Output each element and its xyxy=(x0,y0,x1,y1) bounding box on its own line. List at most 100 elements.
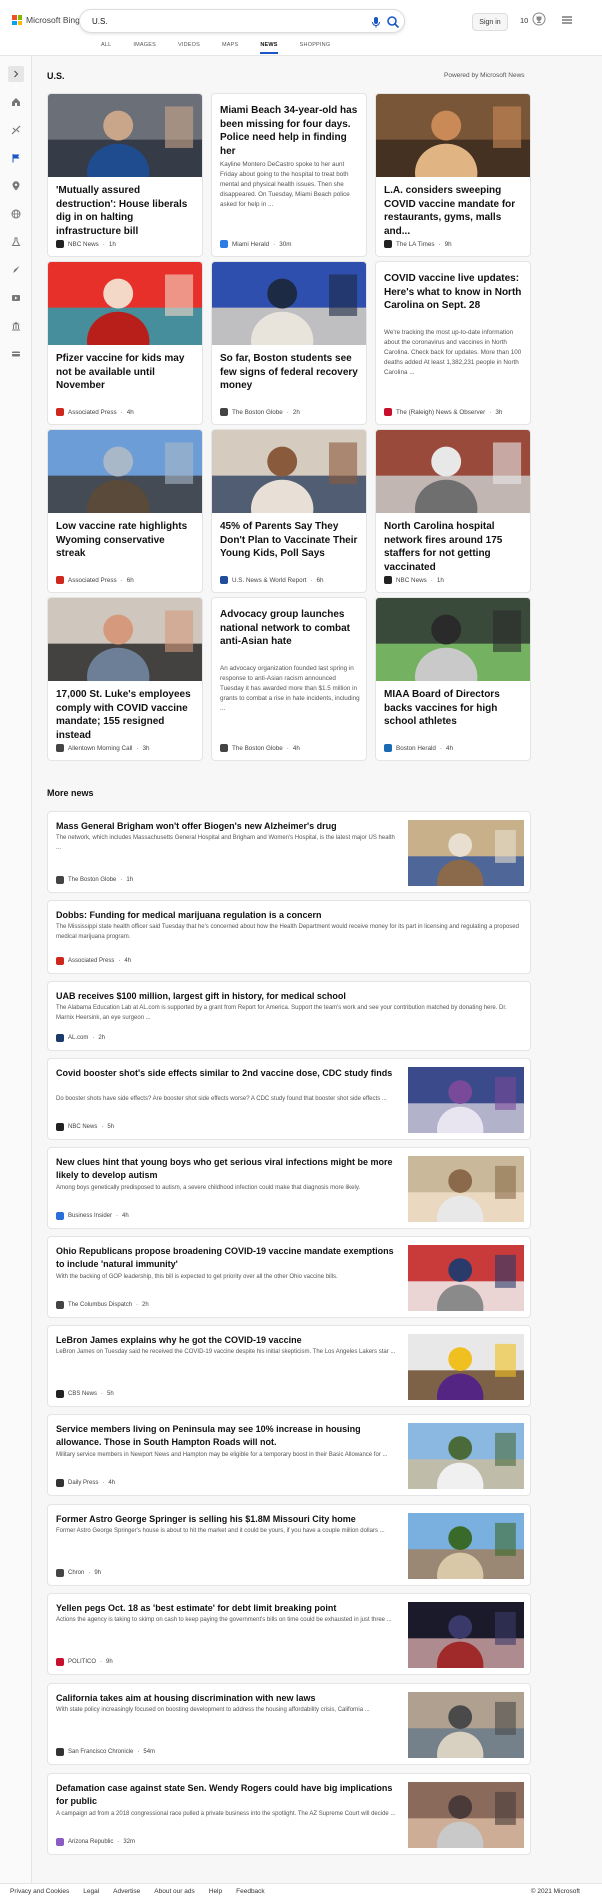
source-name[interactable]: NBC News xyxy=(68,241,99,248)
footer-link-privacy[interactable]: Privacy and Cookies xyxy=(10,1888,83,1895)
stadium-health-worker-photo[interactable] xyxy=(376,598,531,681)
news-card[interactable]: So far, Boston students see few signs of… xyxy=(211,261,367,425)
list-item-title[interactable]: Yellen pegs Oct. 18 as 'best estimate' f… xyxy=(56,1602,396,1615)
list-item-title[interactable]: New clues hint that young boys who get s… xyxy=(56,1156,396,1182)
list-item-title[interactable]: Covid booster shot's side effects simila… xyxy=(56,1067,396,1080)
source-name[interactable]: U.S. News & World Report xyxy=(232,577,306,584)
tab-images[interactable]: IMAGES xyxy=(122,40,167,56)
wyoming-street-photo[interactable] xyxy=(48,430,203,513)
source-name[interactable]: San Francisco Chronicle xyxy=(68,1749,133,1755)
microphone-icon[interactable] xyxy=(369,15,383,29)
news-card[interactable]: Low vaccine rate highlights Wyoming cons… xyxy=(47,429,203,593)
flag-icon[interactable] xyxy=(8,150,24,166)
card-title[interactable]: Pfizer vaccine for kids may not be avail… xyxy=(56,352,196,393)
list-item-title[interactable]: Dobbs: Funding for medical marijuana reg… xyxy=(56,909,522,922)
list-item-title[interactable]: Defamation case against state Sen. Wendy… xyxy=(56,1782,396,1808)
boy-thermometer-photo[interactable] xyxy=(408,1156,524,1222)
source-name[interactable]: Business Insider xyxy=(68,1213,112,1219)
money-icon[interactable] xyxy=(8,346,24,362)
source-name[interactable]: Boston Herald xyxy=(396,745,436,752)
card-title[interactable]: L.A. considers sweeping COVID vaccine ma… xyxy=(384,184,524,238)
source-name[interactable]: Associated Press xyxy=(68,958,114,964)
news-card[interactable]: North Carolina hospital network fires ar… xyxy=(375,429,531,593)
news-card[interactable]: 'Mutually assured destruction': House li… xyxy=(47,93,203,257)
lebron-james-photo[interactable] xyxy=(408,1334,524,1400)
search-icon[interactable] xyxy=(386,15,400,29)
city-street-photo[interactable] xyxy=(408,1692,524,1758)
source-name[interactable]: NBC News xyxy=(68,1124,97,1130)
card-title[interactable]: Miami Beach 34-year-old has been missing… xyxy=(220,104,360,158)
video-icon[interactable] xyxy=(8,290,24,306)
source-name[interactable]: The Boston Globe xyxy=(232,745,283,752)
source-name[interactable]: The Columbus Dispatch xyxy=(68,1302,132,1308)
list-item-title[interactable]: Mass General Brigham won't offer Biogen'… xyxy=(56,820,396,833)
hospital-building-photo[interactable] xyxy=(376,430,531,513)
politics-icon[interactable] xyxy=(8,318,24,334)
rocket-icon[interactable] xyxy=(8,262,24,278)
search-box[interactable] xyxy=(79,9,405,33)
protest-sign-photo[interactable] xyxy=(408,1245,524,1311)
news-card[interactable]: L.A. considers sweeping COVID vaccine ma… xyxy=(375,93,531,257)
collapse-chevron-icon[interactable] xyxy=(8,66,24,82)
hamburger-menu-icon[interactable] xyxy=(561,14,573,26)
list-item-title[interactable]: Ohio Republicans propose broadening COVI… xyxy=(56,1245,396,1271)
card-title[interactable]: Low vaccine rate highlights Wyoming cons… xyxy=(56,520,196,561)
news-list-item[interactable]: Ohio Republicans propose broadening COVI… xyxy=(47,1236,531,1318)
card-title[interactable]: So far, Boston students see few signs of… xyxy=(220,352,360,393)
search-input[interactable] xyxy=(92,14,322,29)
bing-logo[interactable]: Microsoft Bing xyxy=(12,15,80,25)
yellen-speaking-photo[interactable] xyxy=(408,1602,524,1668)
source-name[interactable]: AL.com xyxy=(68,1035,88,1041)
list-item-title[interactable]: UAB receives $100 million, largest gift … xyxy=(56,990,522,1003)
list-item-title[interactable]: LeBron James explains why he got the COV… xyxy=(56,1334,396,1347)
news-list-item[interactable]: Defamation case against state Sen. Wendy… xyxy=(47,1773,531,1855)
source-name[interactable]: Associated Press xyxy=(68,577,117,584)
news-card[interactable]: COVID vaccine live updates: Here's what … xyxy=(375,261,531,425)
footer-link-help[interactable]: Help xyxy=(209,1888,236,1895)
news-card[interactable]: Pfizer vaccine for kids may not be avail… xyxy=(47,261,203,425)
card-title[interactable]: COVID vaccine live updates: Here's what … xyxy=(384,272,524,313)
footer-link-feedback[interactable]: Feedback xyxy=(236,1888,279,1895)
tab-maps[interactable]: MAPS xyxy=(211,40,249,56)
news-card[interactable]: Miami Beach 34-year-old has been missing… xyxy=(211,93,367,257)
card-title[interactable]: 17,000 St. Luke's employees comply with … xyxy=(56,688,196,742)
news-list-item[interactable]: UAB receives $100 million, largest gift … xyxy=(47,981,531,1051)
news-list-item[interactable]: California takes aim at housing discrimi… xyxy=(47,1683,531,1765)
globe-icon[interactable] xyxy=(8,206,24,222)
source-name[interactable]: The Boston Globe xyxy=(232,409,283,416)
sign-in-button[interactable]: Sign in xyxy=(472,13,508,31)
footer-link-legal[interactable]: Legal xyxy=(83,1888,113,1895)
card-title[interactable]: North Carolina hospital network fires ar… xyxy=(384,520,524,574)
suburban-house-photo[interactable] xyxy=(408,1513,524,1579)
source-name[interactable]: POLITICO xyxy=(68,1659,96,1665)
tab-shopping[interactable]: SHOPPING xyxy=(289,40,342,56)
students-in-classroom-photo[interactable] xyxy=(212,262,367,345)
source-name[interactable]: The (Raleigh) News & Observer xyxy=(396,409,485,416)
location-pin-icon[interactable] xyxy=(8,178,24,194)
source-name[interactable]: Daily Press xyxy=(68,1480,98,1486)
card-title[interactable]: Advocacy group launches national network… xyxy=(220,608,360,649)
tab-videos[interactable]: VIDEOS xyxy=(167,40,211,56)
source-name[interactable]: NBC News xyxy=(396,577,427,584)
news-list-item[interactable]: Yellen pegs Oct. 18 as 'best estimate' f… xyxy=(47,1593,531,1675)
card-title[interactable]: 45% of Parents Say They Don't Plan to Va… xyxy=(220,520,360,561)
footer-link-advertise[interactable]: Advertise xyxy=(113,1888,154,1895)
child-vaccination-photo[interactable] xyxy=(212,430,367,513)
news-card[interactable]: 45% of Parents Say They Don't Plan to Va… xyxy=(211,429,367,593)
news-card[interactable]: 17,000 St. Luke's employees comply with … xyxy=(47,597,203,761)
vaccine-vials-photo[interactable] xyxy=(48,262,203,345)
news-list-item[interactable]: LeBron James explains why he got the COV… xyxy=(47,1325,531,1407)
booster-shot-photo[interactable] xyxy=(408,1067,524,1133)
list-item-title[interactable]: Service members living on Peninsula may … xyxy=(56,1423,396,1449)
source-name[interactable]: Associated Press xyxy=(68,409,117,416)
source-name[interactable]: CBS News xyxy=(68,1391,97,1397)
footer-link-about-ads[interactable]: About our ads xyxy=(154,1888,208,1895)
woman-at-press-conference-photo[interactable] xyxy=(48,94,203,177)
source-name[interactable]: Chron xyxy=(68,1570,84,1576)
rewards-trophy-icon[interactable] xyxy=(532,12,546,26)
list-item-title[interactable]: California takes aim at housing discrimi… xyxy=(56,1692,396,1705)
card-title[interactable]: 'Mutually assured destruction': House li… xyxy=(56,184,196,238)
tab-all[interactable]: ALL xyxy=(90,40,122,56)
science-icon[interactable] xyxy=(8,234,24,250)
news-card[interactable]: MIAA Board of Directors backs vaccines f… xyxy=(375,597,531,761)
